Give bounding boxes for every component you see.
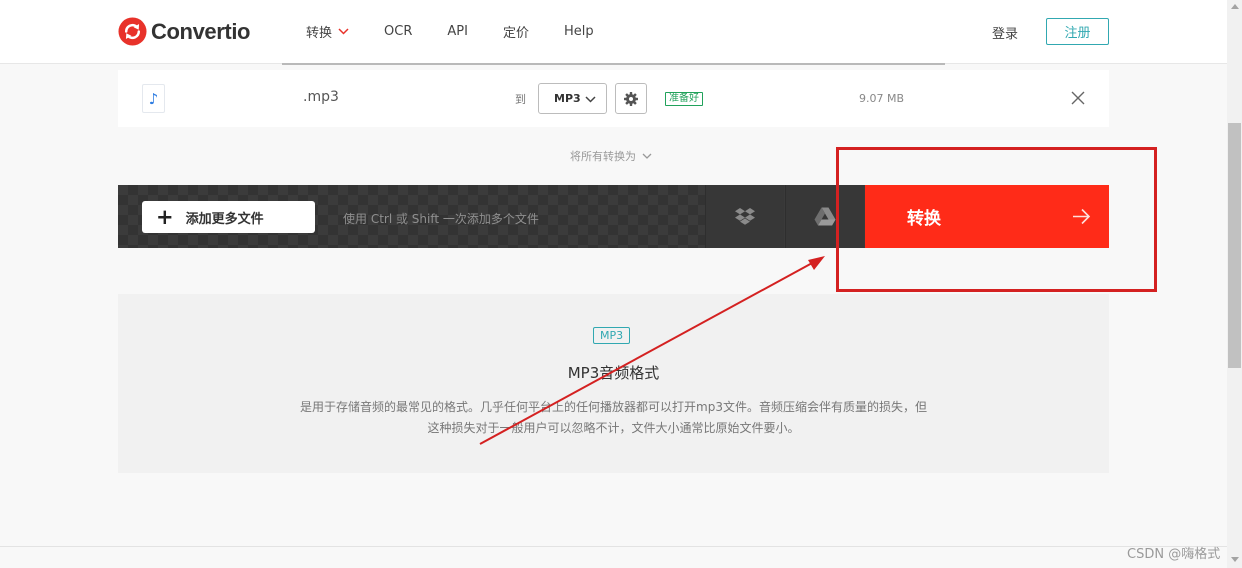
- logo-text: Convertio: [151, 18, 251, 44]
- google-drive-icon: [814, 207, 836, 226]
- scroll-up-arrow-icon[interactable]: [1231, 4, 1239, 9]
- register-button[interactable]: 注册: [1046, 18, 1109, 45]
- nav-ocr-label: OCR: [384, 24, 413, 39]
- to-label: 到: [515, 93, 526, 106]
- annotation-highlight-box: [836, 147, 1157, 292]
- add-files-button[interactable]: + 添加更多文件: [142, 201, 315, 233]
- nav-pricing[interactable]: 定价: [503, 22, 529, 41]
- format-select-value: MP3: [554, 92, 581, 105]
- scroll-down-arrow-icon[interactable]: [1231, 557, 1239, 562]
- nav-help-label: Help: [563, 24, 594, 39]
- logo[interactable]: Convertio: [118, 17, 250, 46]
- nav-pricing-label: 定价: [502, 26, 529, 41]
- watermark: CSDN @嗨格式: [1127, 547, 1221, 562]
- chevron-down-icon: [585, 96, 596, 103]
- settings-button[interactable]: [615, 83, 647, 114]
- page: Convertio 转换 OCR API 定价 Help 登录 注册 ♪ .mp…: [0, 0, 1242, 568]
- format-info-title: MP3音频格式: [567, 364, 660, 382]
- chevron-down-icon: [338, 28, 349, 35]
- nav-convert-label: 转换: [306, 26, 333, 41]
- file-size: 9.07 MB: [859, 92, 905, 105]
- dropbox-icon: [735, 207, 755, 225]
- close-icon[interactable]: [1071, 91, 1085, 105]
- convert-all-label: 将所有转换为: [570, 150, 636, 163]
- login-link[interactable]: 登录: [992, 23, 1018, 42]
- nav-api-label: API: [447, 24, 468, 39]
- music-note-icon: ♪: [142, 84, 165, 113]
- format-select[interactable]: MP3: [538, 83, 607, 114]
- convertio-logo-icon: [118, 17, 147, 46]
- header: Convertio 转换 OCR API 定价 Help 登录 注册: [0, 0, 1227, 65]
- nav-convert[interactable]: 转换: [306, 22, 349, 41]
- footer-divider: [0, 546, 1227, 547]
- main-nav: 转换 OCR API 定价 Help: [306, 22, 594, 41]
- gear-icon: [624, 91, 638, 106]
- format-badge: MP3: [593, 327, 631, 344]
- add-files-hint: 使用 Ctrl 或 Shift 一次添加多个文件: [343, 212, 539, 226]
- add-files-label: 添加更多文件: [185, 211, 264, 227]
- format-info-description: 是用于存储音频的最常见的格式。几乎任何平台上的任何播放器都可以打开mp3文件。音…: [300, 400, 927, 435]
- plus-icon: +: [156, 205, 174, 229]
- status-badge: 准备好: [665, 92, 703, 106]
- dropbox-button[interactable]: [705, 185, 784, 248]
- file-row: ♪ .mp3 到 MP3 准备好 9.07 MB: [118, 70, 1109, 127]
- nav-help[interactable]: Help: [564, 24, 594, 39]
- nav-ocr[interactable]: OCR: [384, 24, 412, 39]
- convert-all-dropdown[interactable]: 将所有转换为: [570, 148, 652, 164]
- scroll-thumb[interactable]: [1228, 123, 1241, 368]
- scrollbar[interactable]: [1227, 0, 1242, 568]
- format-info: MP3 MP3音频格式 是用于存储音频的最常见的格式。几乎任何平台上的任何播放器…: [118, 294, 1109, 473]
- header-divider: [282, 63, 945, 65]
- file-name: .mp3: [303, 89, 339, 105]
- nav-api[interactable]: API: [447, 24, 468, 39]
- chevron-down-icon: [642, 153, 652, 159]
